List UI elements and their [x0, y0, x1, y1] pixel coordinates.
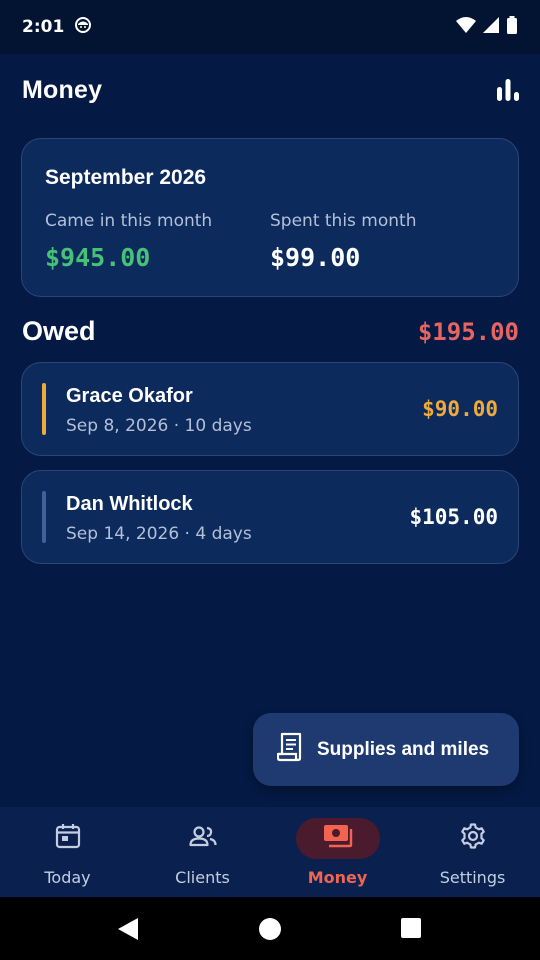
nav-icon-container: [295, 818, 380, 859]
spent-value: $99.00: [270, 243, 361, 272]
owed-title: Owed: [22, 316, 96, 346]
monthly-summary-card: September 2026 Came in this month $945.0…: [21, 138, 519, 297]
system-nav-bar: [0, 897, 540, 960]
spent-stat: Spent this month $99.00: [270, 211, 416, 272]
nav-money[interactable]: Money: [270, 807, 405, 897]
calendar-icon: [55, 823, 81, 854]
fab-label: Supplies and miles: [317, 738, 490, 760]
month-title: September 2026: [45, 166, 207, 189]
nav-icon-container: [26, 818, 110, 859]
status-bar: 2:01: [0, 0, 540, 54]
spent-label: Spent this month: [270, 211, 417, 231]
status-accent-bar: [42, 491, 46, 543]
nav-label: Today: [44, 868, 91, 887]
came-in-value: $945.00: [45, 243, 151, 272]
client-name: Dan Whitlock: [66, 493, 193, 515]
nav-label: Clients: [175, 868, 230, 887]
wifi-icon: [456, 16, 476, 39]
bottom-nav: Today Clients Money Settings: [0, 807, 540, 897]
nav-clients[interactable]: Clients: [135, 807, 270, 897]
gear-icon: [460, 823, 486, 854]
battery-icon: [506, 15, 518, 39]
nav-icon-container: [161, 818, 245, 859]
people-icon: [188, 824, 217, 853]
client-meta: Sep 8, 2026 · 10 days: [66, 416, 252, 436]
came-in-label: Came in this month: [45, 211, 213, 231]
supplies-and-miles-button[interactable]: Supplies and miles: [253, 713, 519, 786]
client-amount: $90.00: [422, 397, 498, 421]
client-meta: Sep 14, 2026 · 4 days: [66, 524, 252, 544]
money-screen: 2:01 Money September 2026 Came in this m…: [0, 0, 540, 960]
cash-icon: [323, 824, 353, 853]
nav-settings[interactable]: Settings: [405, 807, 540, 897]
status-accent-bar: [42, 383, 46, 435]
client-amount: $105.00: [409, 505, 498, 529]
bar-chart-icon[interactable]: [496, 78, 520, 102]
nav-today[interactable]: Today: [0, 807, 135, 897]
status-time: 2:01: [22, 17, 65, 37]
owed-total: $195.00: [417, 318, 519, 346]
receipt-icon: [276, 732, 305, 767]
page-title: Money: [22, 76, 103, 104]
came-in-stat: Came in this month $945.00: [45, 211, 212, 272]
nav-icon-container: [431, 818, 515, 859]
back-icon[interactable]: [117, 917, 141, 941]
nav-label: Money: [307, 868, 368, 887]
signal-icon: [482, 16, 500, 39]
client-name: Grace Okafor: [66, 385, 193, 407]
home-icon[interactable]: [258, 917, 282, 941]
owed-item[interactable]: Dan Whitlock Sep 14, 2026 · 4 days $105.…: [21, 470, 519, 564]
nav-label: Settings: [439, 868, 506, 887]
notification-icon: [74, 16, 92, 39]
owed-item[interactable]: Grace Okafor Sep 8, 2026 · 10 days $90.0…: [21, 362, 519, 456]
recents-icon[interactable]: [400, 917, 424, 941]
